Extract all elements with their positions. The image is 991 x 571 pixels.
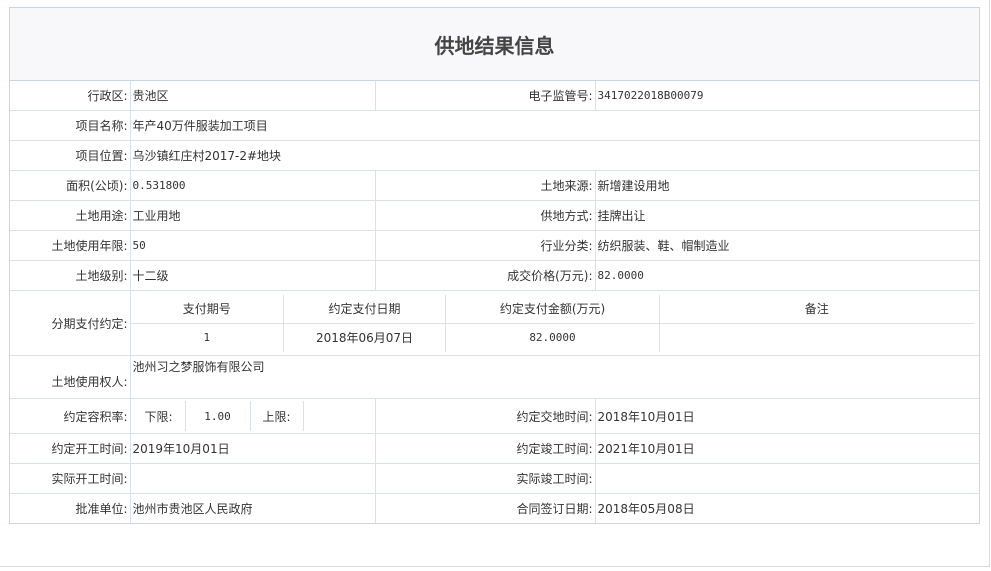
contract-date-value: 2018年05月08日: [594, 493, 979, 523]
installment-note: [659, 322, 974, 352]
start-time-value: 2019年10月01日: [129, 433, 376, 464]
table-row: 分期支付约定: 支付期号 约定支付日期 约定支付金额(万元) 备注 1 2018…: [10, 290, 979, 356]
table-row: 面积(公顷): 0.531800 土地来源: 新增建设用地: [10, 170, 979, 201]
project-location-label: 项目位置:: [10, 140, 131, 171]
supply-method-value: 挂牌出让: [594, 200, 979, 231]
installment-header-note: 备注: [659, 294, 974, 324]
use-years-value: 50: [129, 230, 376, 261]
installment-amount: 82.0000: [445, 322, 660, 352]
installment-header-date: 约定支付日期: [283, 294, 446, 324]
actual-start-label: 实际开工时间:: [10, 463, 131, 494]
area-label: 面积(公顷):: [10, 170, 131, 201]
land-user-label: 土地使用权人:: [10, 355, 131, 399]
delivery-time-value: 2018年10月01日: [594, 398, 979, 434]
land-use-label: 土地用途:: [10, 200, 131, 231]
installment-label: 分期支付约定:: [10, 290, 131, 356]
installment-period: 1: [131, 322, 284, 352]
industry-label: 行业分类:: [374, 230, 596, 261]
supervision-no-label: 电子监管号:: [374, 81, 596, 111]
delivery-time-label: 约定交地时间:: [374, 398, 596, 434]
plot-ratio-cell: 下限: 1.00 上限:: [129, 398, 376, 434]
actual-finish-value: [594, 463, 979, 494]
supervision-no-value: 3417022018B00079: [594, 81, 979, 111]
approval-unit-label: 批准单位:: [10, 493, 131, 523]
supply-method-label: 供地方式:: [374, 200, 596, 231]
project-location-value: 乌沙镇红庄村2017-2#地块: [129, 140, 979, 171]
finish-time-value: 2021年10月01日: [594, 433, 979, 464]
project-name-value: 年产40万件服装加工项目: [129, 110, 979, 141]
land-user-value: 池州习之梦服饰有限公司: [129, 355, 979, 399]
contract-date-label: 合同签订日期:: [374, 493, 596, 523]
project-name-label: 项目名称:: [10, 110, 131, 141]
table-row: 项目位置: 乌沙镇红庄村2017-2#地块: [10, 140, 979, 171]
installment-header-row: 支付期号 约定支付日期 约定支付金额(万元) 备注: [131, 294, 974, 324]
plot-ratio-label: 约定容积率:: [10, 398, 131, 434]
area-value: 0.531800: [129, 170, 376, 201]
actual-start-value: [129, 463, 376, 494]
approval-unit-value: 池州市贵池区人民政府: [129, 493, 376, 523]
table-row: 实际开工时间: 实际竣工时间:: [10, 463, 979, 494]
actual-finish-label: 实际竣工时间:: [374, 463, 596, 494]
table-row: 土地级别: 十二级 成交价格(万元): 82.0000: [10, 260, 979, 291]
district-value: 贵池区: [129, 81, 376, 111]
installment-table: 支付期号 约定支付日期 约定支付金额(万元) 备注 1 2018年06月07日 …: [131, 294, 974, 352]
district-label: 行政区:: [10, 81, 131, 111]
table-row: 土地使用权人: 池州习之梦服饰有限公司: [10, 355, 979, 399]
installment-cell: 支付期号 约定支付日期 约定支付金额(万元) 备注 1 2018年06月07日 …: [129, 290, 979, 356]
installment-header-amount: 约定支付金额(万元): [445, 294, 660, 324]
land-source-value: 新增建设用地: [594, 170, 979, 201]
plot-ratio-table: 下限: 1.00 上限:: [132, 401, 360, 431]
plot-ratio-lower-value: 1.00: [184, 401, 251, 431]
installment-row: 1 2018年06月07日 82.0000: [131, 322, 974, 352]
land-source-label: 土地来源:: [374, 170, 596, 201]
installment-date: 2018年06月07日: [283, 322, 446, 352]
plot-ratio-lower-label: 下限:: [132, 401, 186, 431]
page-title: 供地结果信息: [10, 8, 979, 81]
price-label: 成交价格(万元):: [374, 260, 596, 291]
table-row: 约定开工时间: 2019年10月01日 约定竣工时间: 2021年10月01日: [10, 433, 979, 464]
finish-time-label: 约定竣工时间:: [374, 433, 596, 464]
result-sheet: 供地结果信息 行政区: 贵池区 电子监管号: 3417022018B00079 …: [9, 7, 980, 524]
table-row: 行政区: 贵池区 电子监管号: 3417022018B00079: [10, 81, 979, 111]
land-grade-label: 土地级别:: [10, 260, 131, 291]
start-time-label: 约定开工时间:: [10, 433, 131, 464]
use-years-label: 土地使用年限:: [10, 230, 131, 261]
table-row: 约定容积率: 下限: 1.00 上限: 约定交地时间: 2018年10月01日: [10, 398, 979, 434]
info-table: 行政区: 贵池区 电子监管号: 3417022018B00079 项目名称: 年…: [10, 81, 979, 523]
installment-header-period: 支付期号: [131, 294, 284, 324]
table-row: 土地使用年限: 50 行业分类: 纺织服装、鞋、帽制造业: [10, 230, 979, 261]
table-row: 批准单位: 池州市贵池区人民政府 合同签订日期: 2018年05月08日: [10, 493, 979, 523]
plot-ratio-upper-value: [302, 401, 360, 431]
price-value: 82.0000: [594, 260, 979, 291]
table-row: 项目名称: 年产40万件服装加工项目: [10, 110, 979, 141]
plot-ratio-upper-label: 上限:: [249, 401, 304, 431]
land-grade-value: 十二级: [129, 260, 376, 291]
table-row: 土地用途: 工业用地 供地方式: 挂牌出让: [10, 200, 979, 231]
industry-value: 纺织服装、鞋、帽制造业: [594, 230, 979, 261]
land-use-value: 工业用地: [129, 200, 376, 231]
